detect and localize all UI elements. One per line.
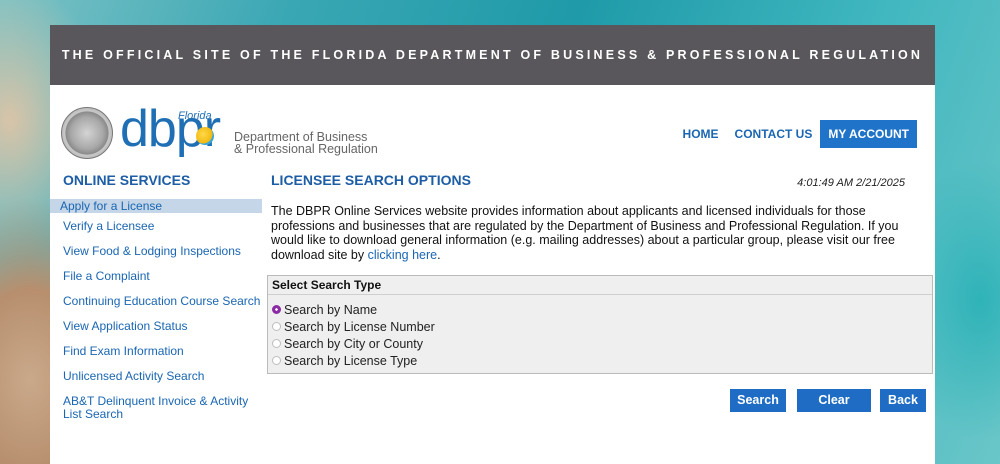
timestamp: 4:01:49 AM 2/21/2025 <box>797 177 905 189</box>
intro-text: The DBPR Online Services website provide… <box>271 204 931 262</box>
radio-search-by-license-type[interactable] <box>272 356 281 365</box>
sidebar-item-application-status[interactable]: View Application Status <box>50 320 262 333</box>
sidebar-item-ce-course-search[interactable]: Continuing Education Course Search <box>50 295 262 308</box>
site-banner: THE OFFICIAL SITE OF THE FLORIDA DEPARTM… <box>50 25 935 85</box>
logo-florida-text: Florida <box>178 110 212 122</box>
search-by-name-label[interactable]: Search by Name <box>284 303 377 317</box>
search-by-license-type-option[interactable]: Search by License Type <box>272 352 928 369</box>
back-button[interactable]: Back <box>880 389 926 412</box>
my-account-button[interactable]: MY ACCOUNT <box>820 120 917 148</box>
main-content: LICENSEE SEARCH OPTIONS 4:01:49 AM 2/21/… <box>267 173 933 412</box>
radio-search-by-license-number[interactable] <box>272 322 281 331</box>
search-by-city-county-label[interactable]: Search by City or County <box>284 337 423 351</box>
search-by-license-type-label[interactable]: Search by License Type <box>284 354 417 368</box>
sidebar-item-file-complaint[interactable]: File a Complaint <box>50 270 262 283</box>
florida-seal-icon <box>61 107 113 159</box>
search-by-city-county-option[interactable]: Search by City or County <box>272 335 928 352</box>
search-by-name-option[interactable]: Search by Name <box>272 301 928 318</box>
radio-search-by-name[interactable] <box>272 305 281 314</box>
sun-icon <box>196 127 214 145</box>
sidebar: ONLINE SERVICES Apply for a License Veri… <box>50 172 262 464</box>
search-type-options: Search by Name Search by License Number … <box>268 295 932 373</box>
nav-contact-link[interactable]: CONTACT US <box>735 127 813 141</box>
nav-home-link[interactable]: HOME <box>683 127 719 141</box>
sidebar-item-verify-licensee[interactable]: Verify a Licensee <box>50 220 262 233</box>
logo-dept-line2: & Professional Regulation <box>234 142 378 156</box>
search-by-license-number-option[interactable]: Search by License Number <box>272 318 928 335</box>
intro-end: . <box>437 247 441 262</box>
site-banner-text: THE OFFICIAL SITE OF THE FLORIDA DEPARTM… <box>61 48 924 62</box>
search-type-header: Select Search Type <box>268 276 932 295</box>
header: dbpr Florida Department of Business & Pr… <box>50 85 935 175</box>
sidebar-item-abt-delinquent[interactable]: AB&T Delinquent Invoice & Activity List … <box>50 395 262 421</box>
download-site-link[interactable]: clicking here <box>368 248 437 262</box>
sidebar-item-unlicensed-activity[interactable]: Unlicensed Activity Search <box>50 370 262 383</box>
logo-department-text: Department of Business & Professional Re… <box>234 131 378 156</box>
sidebar-item-exam-information[interactable]: Find Exam Information <box>50 345 262 358</box>
sidebar-item-apply-license[interactable]: Apply for a License <box>50 199 262 213</box>
sidebar-title: ONLINE SERVICES <box>63 172 191 188</box>
search-type-panel: Select Search Type Search by Name Search… <box>267 275 933 374</box>
action-buttons: Search Clear Back <box>730 389 926 412</box>
intro-body: The DBPR Online Services website provide… <box>271 204 899 262</box>
page-frame: THE OFFICIAL SITE OF THE FLORIDA DEPARTM… <box>50 25 935 464</box>
search-button[interactable]: Search <box>730 389 786 412</box>
search-by-license-number-label[interactable]: Search by License Number <box>284 320 435 334</box>
sidebar-menu: Apply for a License Verify a Licensee Vi… <box>50 199 262 421</box>
sidebar-item-food-lodging[interactable]: View Food & Lodging Inspections <box>50 245 262 258</box>
top-nav: HOME CONTACT US MY ACCOUNT <box>667 120 917 148</box>
radio-search-by-city-county[interactable] <box>272 339 281 348</box>
clear-button[interactable]: Clear <box>797 389 871 412</box>
